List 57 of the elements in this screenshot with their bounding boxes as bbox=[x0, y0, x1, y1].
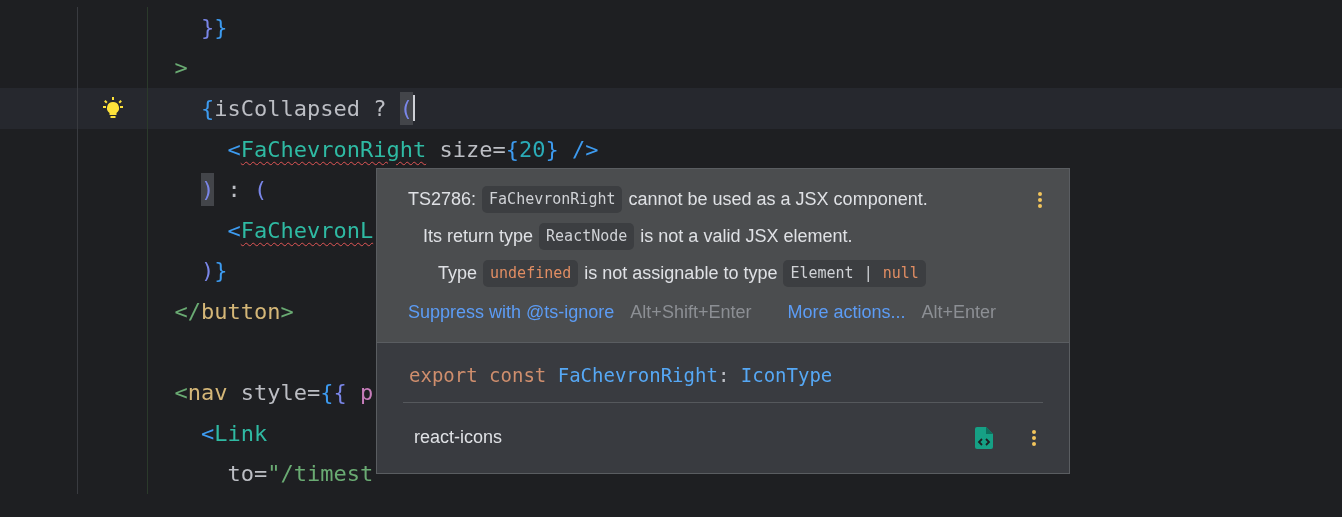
code-token: < bbox=[174, 379, 188, 408]
code-token: } bbox=[214, 257, 228, 286]
message-text: is not a valid JSX element. bbox=[640, 225, 853, 248]
code-token: < bbox=[201, 419, 215, 448]
code-token: ( bbox=[254, 176, 268, 205]
code-token: 20 bbox=[518, 135, 546, 164]
code-token: ) bbox=[201, 257, 215, 286]
more-options-icon[interactable] bbox=[1031, 428, 1037, 447]
code-token: </ bbox=[174, 297, 201, 326]
code-token: ( bbox=[399, 92, 413, 125]
message-text: TS2786: bbox=[408, 188, 477, 211]
source-library: react-icons bbox=[414, 426, 504, 449]
code-token: } bbox=[201, 13, 215, 42]
code-token: } bbox=[545, 135, 559, 164]
code-token: "/timest bbox=[267, 460, 374, 489]
code-token: FaChevronRight bbox=[240, 135, 427, 164]
code-token: < bbox=[227, 135, 241, 164]
code-file-icon[interactable] bbox=[975, 426, 993, 449]
declaration-token: : bbox=[717, 363, 731, 388]
code-token: > bbox=[174, 54, 188, 83]
code-token: nav bbox=[187, 379, 228, 408]
code-token: p bbox=[360, 379, 374, 408]
code-token: FaChevronL bbox=[240, 216, 374, 245]
declaration-token: const bbox=[489, 363, 548, 388]
code-chip: FaChevronRight bbox=[482, 186, 623, 213]
code-token: button bbox=[201, 297, 281, 326]
code-token: : bbox=[227, 176, 242, 205]
code-chip: ReactNode bbox=[539, 223, 635, 250]
code-token: { bbox=[201, 95, 215, 123]
code-token: { bbox=[505, 135, 519, 164]
quick-fix-link[interactable]: Suppress with @ts-ignore bbox=[408, 298, 615, 326]
declaration-token: export bbox=[409, 363, 479, 388]
quick-fix-link[interactable]: More actions... bbox=[787, 298, 906, 326]
code-token: { bbox=[333, 379, 348, 408]
more-options-icon[interactable] bbox=[1037, 191, 1043, 209]
code-token: size= bbox=[439, 135, 506, 164]
code-token: } bbox=[214, 13, 228, 42]
code-chip: undefined bbox=[483, 260, 579, 287]
code-chip: Element | null bbox=[783, 260, 926, 287]
lightbulb-icon[interactable] bbox=[100, 96, 125, 121]
message-text: Type bbox=[438, 262, 478, 285]
message-text: is not assignable to type bbox=[584, 262, 778, 285]
code-token: > bbox=[280, 297, 294, 326]
code-token: ) bbox=[201, 173, 215, 207]
message-text: cannot be used as a JSX component. bbox=[628, 188, 928, 211]
code-token: style= bbox=[240, 379, 321, 408]
shortcut-hint: Alt+Shift+Enter bbox=[630, 300, 752, 324]
code-token: { bbox=[320, 379, 334, 408]
code-token: Link bbox=[214, 419, 268, 448]
code-token: < bbox=[227, 216, 241, 245]
code-token: isCollapsed ? bbox=[214, 95, 388, 123]
message-text: Its return type bbox=[423, 225, 534, 248]
declaration-token: IconType bbox=[740, 363, 833, 388]
declaration-token: FaChevronRight bbox=[557, 363, 718, 388]
code-token: to= bbox=[227, 460, 268, 489]
shortcut-hint: Alt+Enter bbox=[921, 300, 997, 324]
code-token: /> bbox=[571, 135, 599, 164]
